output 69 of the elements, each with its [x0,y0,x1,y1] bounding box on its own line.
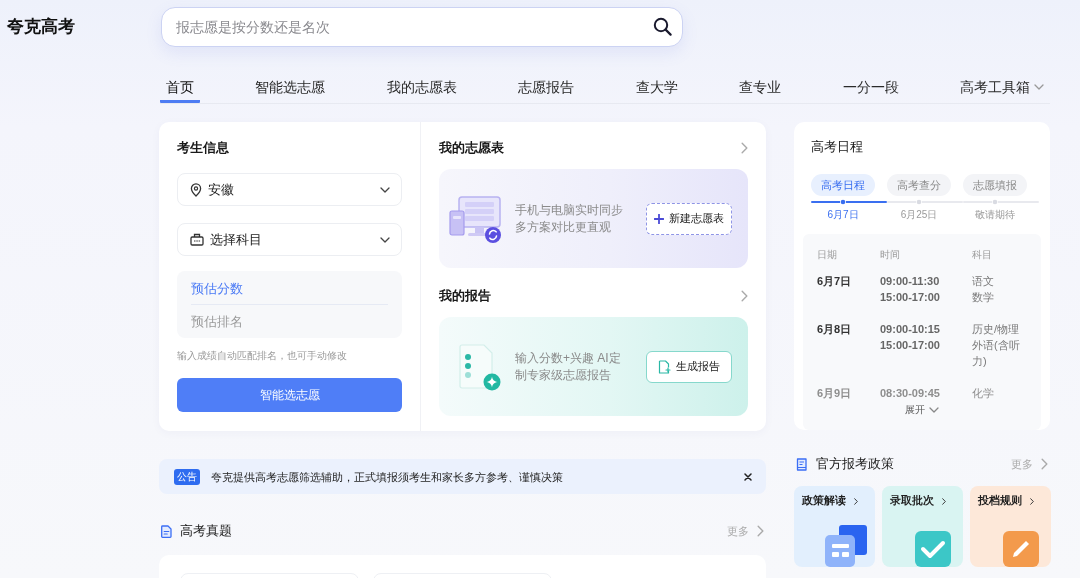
expand-button[interactable]: 展开 [905,403,939,417]
chevron-right-icon [757,525,764,537]
new-table-button[interactable]: 新建志愿表 [646,202,732,235]
nav-tab[interactable]: 志愿报告 [512,67,581,103]
time-text: 08:30-09:45 [880,386,941,401]
timeline-date: 6月25日 [900,209,938,221]
policy-tile[interactable]: 录取批次 [882,486,963,567]
date-text: 6月7日 [817,274,853,289]
chevron-right-icon [1030,497,1034,505]
subject-select[interactable]: 选择科目 [177,223,402,256]
province-select[interactable]: 安徽 [177,173,402,206]
schedule-tab[interactable]: 高考日程 [811,174,875,196]
chevron-right-icon [1041,458,1048,470]
nav-tab[interactable]: 我的志愿表 [380,67,463,103]
logo-text: 夸克高考 [7,16,76,38]
notice-badge: 公告 [174,468,200,485]
feature-description: 手机与电脑实时同步多方案对比更直观 [515,201,624,236]
chevron-down-icon [380,236,390,243]
location-pin-icon [190,182,202,197]
timeline-date: 6月7日 [827,209,859,221]
nav-tab[interactable]: 高考工具箱 [953,67,1050,103]
rank-input[interactable]: 预估排名 [177,305,402,338]
nav-tab[interactable]: 一分一段 [836,67,905,103]
chevron-down-icon [929,407,939,413]
chevron-right-icon [942,497,946,505]
policy-tile[interactable]: 政策解读 [794,486,875,567]
subject-text: 外语(含听力) [972,338,1021,369]
column-header: 日期 [817,248,838,262]
section-title: 高考日程 [811,138,864,156]
nav-tab[interactable]: 查大学 [629,67,684,103]
plus-icon [654,213,664,224]
nav-tab[interactable]: 智能选志愿 [249,67,332,103]
subject-text: 语文 [972,274,995,289]
document-icon [796,457,808,471]
subject-text: 历史/物理 [972,322,1021,337]
primary-button[interactable]: 智能选志愿 [177,378,402,412]
chevron-down-icon [380,186,390,193]
time-text: 09:00-10:15 [880,322,941,337]
hint-text: 输入成绩自动匹配排名，也可手动修改 [177,349,348,363]
subject-text: 数学 [972,290,995,305]
feature-description: 输入分数+兴趣 AI定制专家级志愿报告 [515,349,622,384]
date-text: 6月9日 [817,386,853,401]
search-field[interactable]: 报志愿是按分数还是名次 [161,7,683,47]
search-icon[interactable] [653,17,672,36]
section-title: 我的报告 [439,287,491,305]
section-title: 官方报考政策 [816,455,894,473]
briefcase-icon [190,233,204,246]
generate-report-button[interactable]: 生成报告 [646,350,732,383]
time-text: 15:00-17:00 [880,338,941,353]
section-title: 高考真题 [180,522,232,540]
section-title: 考生信息 [177,139,230,157]
nav-tab[interactable]: 首页 [160,67,200,103]
policy-tile[interactable]: 投档规则 [970,486,1051,567]
chevron-right-icon [854,497,858,505]
document-icon [658,359,671,374]
timeline-date: 敬请期待 [975,209,1015,221]
column-header: 时间 [880,248,901,262]
monitor-phone-icon [447,193,503,244]
time-text: 09:00-11:30 [880,274,941,289]
notice-text: 夸克提供高考志愿筛选辅助，正式填报须考生和家长多方参考、谨慎决策 [211,469,564,484]
document-icon [161,524,172,538]
nav-tab[interactable]: 查专业 [733,67,788,103]
subject-text: 化学 [972,386,995,401]
section-title: 我的志愿表 [439,139,504,157]
column-header: 科目 [972,248,993,262]
score-input[interactable]: 预估分数 [177,271,402,305]
date-text: 6月8日 [817,322,853,337]
time-text: 15:00-17:00 [880,290,941,305]
close-icon[interactable] [744,472,752,481]
